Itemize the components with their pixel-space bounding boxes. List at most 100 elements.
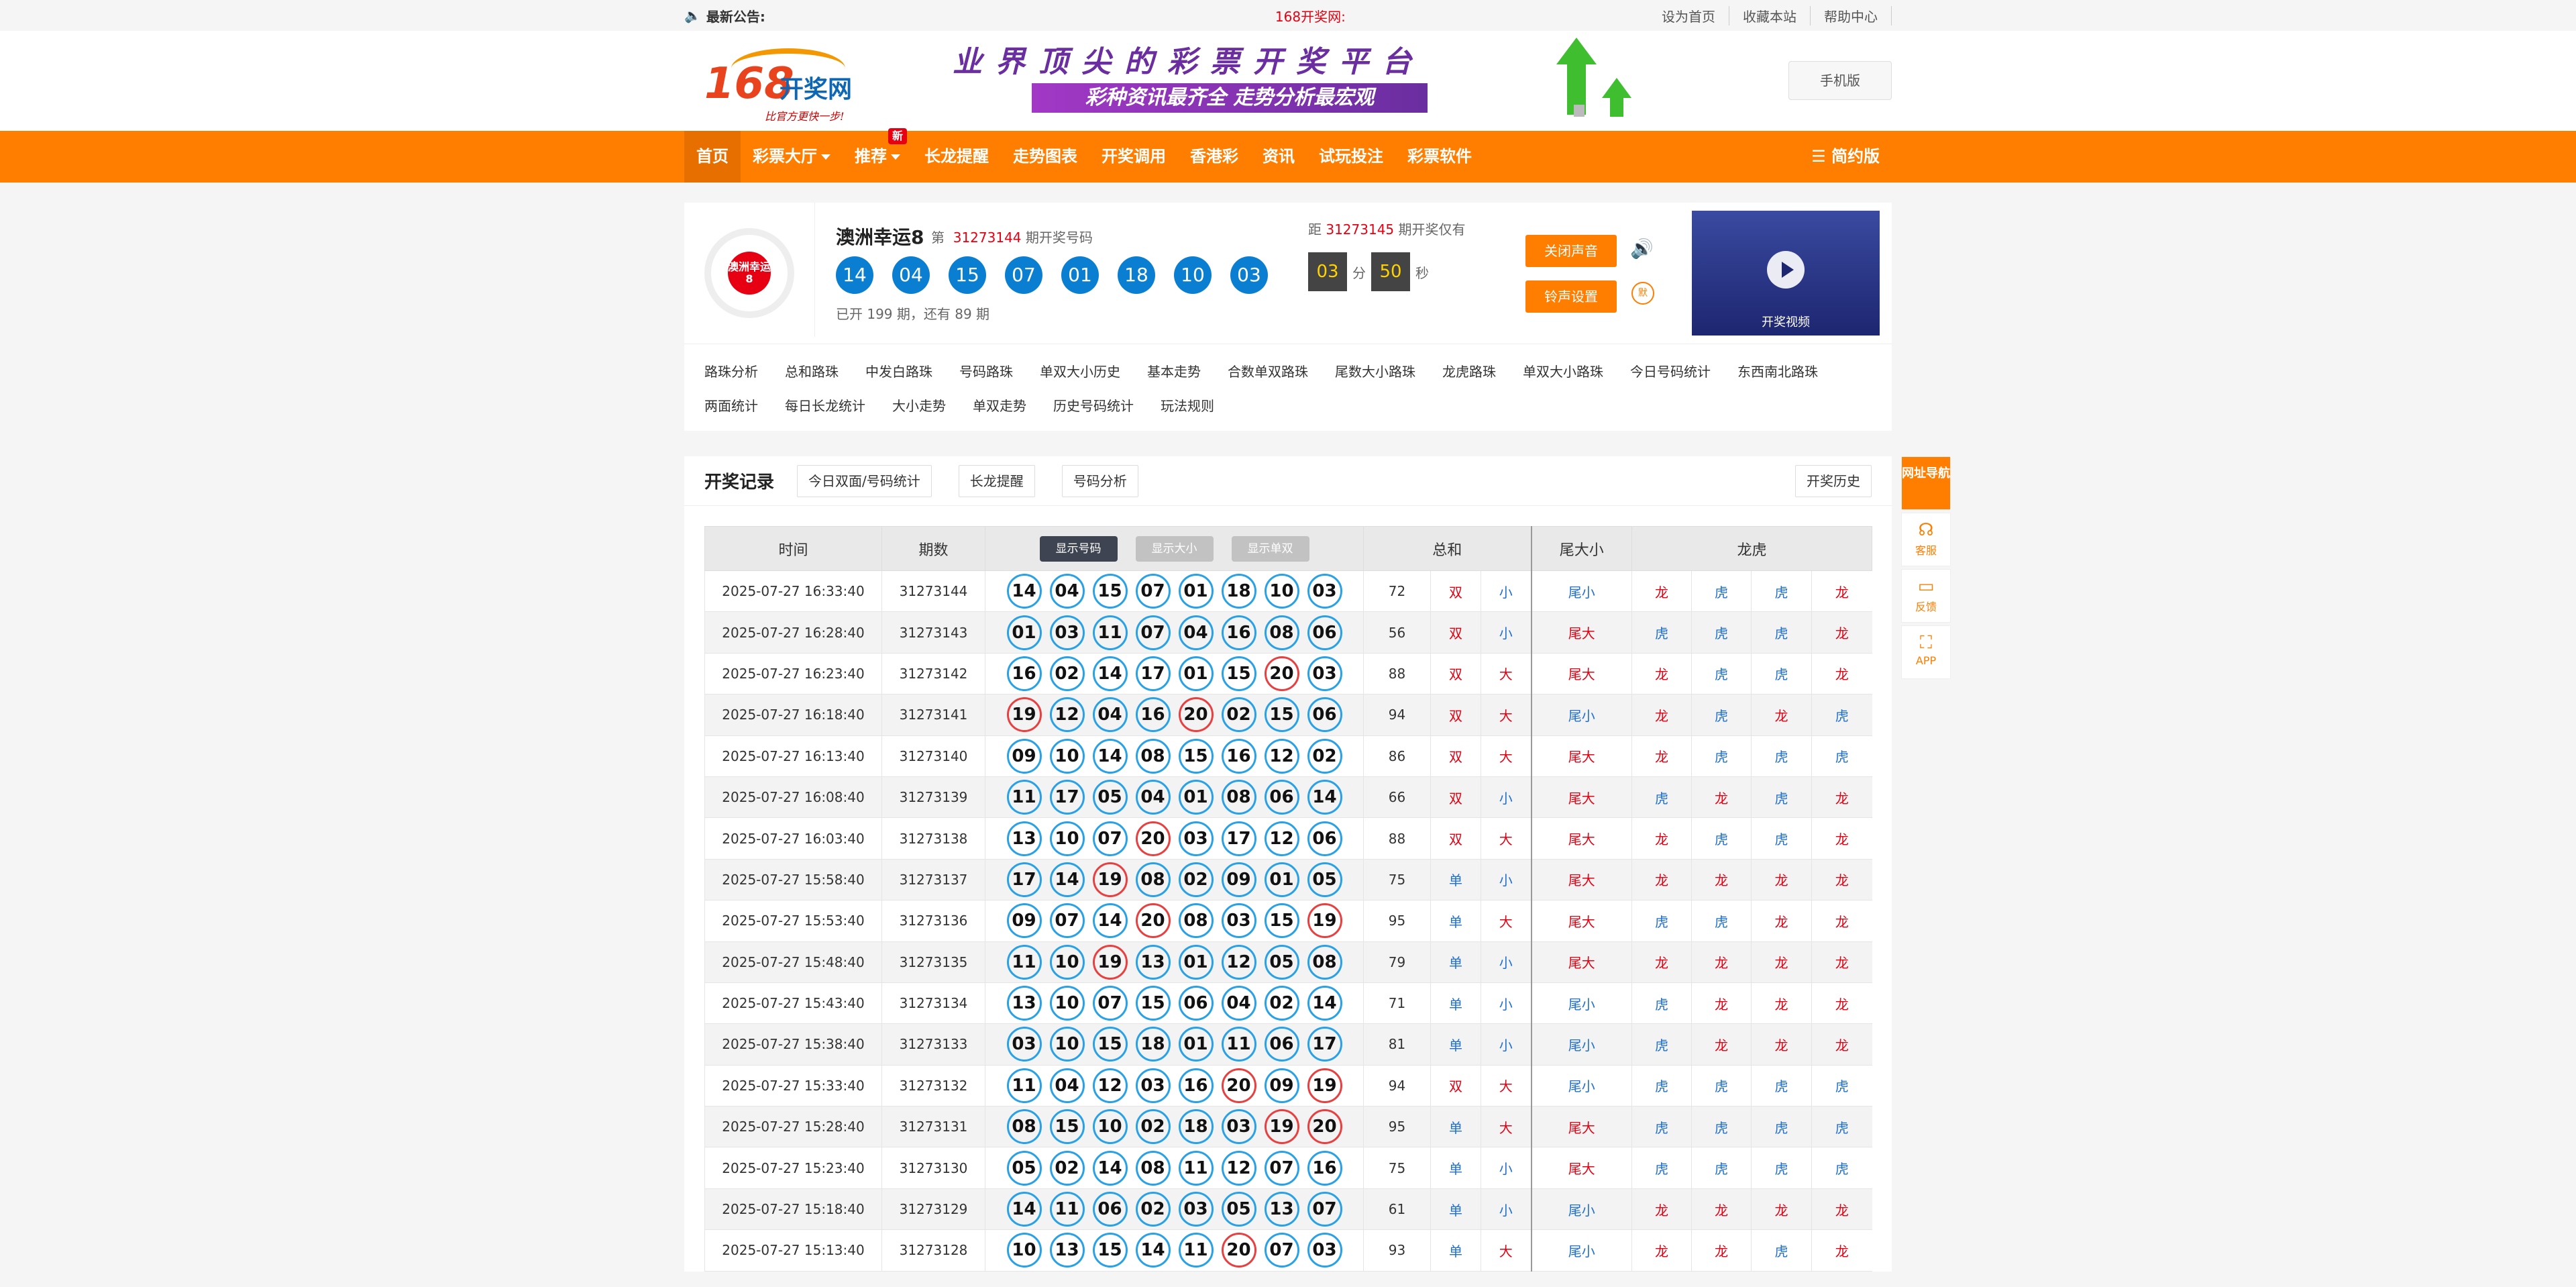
analysis-link[interactable]: 每日长龙统计 xyxy=(785,395,865,415)
row-issue: 31273139 xyxy=(881,776,985,819)
nav-hk-lottery[interactable]: 香港彩 xyxy=(1178,131,1250,183)
analysis-link[interactable]: 中发白路珠 xyxy=(865,361,932,380)
row-odd-even: 双 xyxy=(1430,776,1481,819)
number-ball: 19 xyxy=(1092,944,1128,980)
play-icon[interactable] xyxy=(1767,251,1805,289)
number-ball: 03 xyxy=(1178,1192,1214,1227)
row-time: 2025-07-27 15:58:40 xyxy=(704,859,882,901)
number-ball: 15 xyxy=(1092,1233,1128,1268)
row-time: 2025-07-27 15:28:40 xyxy=(704,1106,882,1148)
analysis-link[interactable]: 单双大小路珠 xyxy=(1523,361,1603,380)
table-row: 2025-07-27 16:33:40 31273144 14 04 15 07 01 18 1… xyxy=(704,570,1872,613)
nav-long-dragon[interactable]: 长龙提醒 xyxy=(912,131,1001,183)
show-numbers-toggle[interactable]: 显示号码 xyxy=(1039,535,1118,562)
nav-lottery-hall[interactable]: 彩票大厅 xyxy=(741,131,843,183)
analysis-link[interactable]: 龙虎路珠 xyxy=(1442,361,1496,380)
nav-trend-charts[interactable]: 走势图表 xyxy=(1001,131,1089,183)
app-button[interactable]: ⛶ APP xyxy=(1901,625,1951,679)
site-name-link[interactable]: 168开奖网: xyxy=(1275,6,1346,25)
number-ball: 10 xyxy=(1092,1109,1128,1145)
row-time: 2025-07-27 15:53:40 xyxy=(704,900,882,942)
nav-news[interactable]: 资讯 xyxy=(1250,131,1307,183)
number-ball: 11 xyxy=(1178,1233,1214,1268)
nav-recommend[interactable]: 推荐新 xyxy=(843,128,912,183)
analysis-link[interactable]: 号码路珠 xyxy=(959,361,1013,380)
analysis-link[interactable]: 合数单双路珠 xyxy=(1228,361,1308,380)
help-center-link[interactable]: 帮助中心 xyxy=(1811,5,1892,25)
row-time: 2025-07-27 16:33:40 xyxy=(704,570,882,613)
number-ball: 14 xyxy=(1307,780,1342,815)
number-ball: 06 xyxy=(1178,986,1214,1021)
nav-draw-api-label: 开奖调用 xyxy=(1102,147,1166,166)
analysis-link[interactable]: 路珠分析 xyxy=(704,361,758,380)
table-row: 2025-07-27 15:28:40 31273131 08 15 10 02 18 03 1… xyxy=(704,1106,1872,1148)
number-ball: 20 xyxy=(1221,1068,1256,1103)
number-ball: 14 xyxy=(1135,1233,1171,1268)
number-ball: 14 xyxy=(1092,738,1128,774)
bookmark-link[interactable]: 收藏本站 xyxy=(1729,5,1811,25)
show-odd-even-toggle[interactable]: 显示单双 xyxy=(1231,535,1309,562)
analysis-link[interactable]: 总和路珠 xyxy=(785,361,839,380)
analysis-link[interactable]: 单双大小历史 xyxy=(1040,361,1120,380)
number-ball: 12 xyxy=(1049,697,1085,733)
nav-trial-bet[interactable]: 试玩投注 xyxy=(1307,131,1395,183)
row-big-small: 大 xyxy=(1481,1106,1532,1148)
number-analysis-tab[interactable]: 号码分析 xyxy=(1061,464,1138,497)
draw-history-button[interactable]: 开奖历史 xyxy=(1795,464,1872,497)
number-ball: 06 xyxy=(1307,697,1342,733)
speaker-icon[interactable]: 🔊 xyxy=(1630,238,1654,260)
nav-simple-version-label: 简约版 xyxy=(1831,147,1880,166)
number-ball: 20 xyxy=(1264,656,1299,691)
daily-stats-tab[interactable]: 今日双面/号码统计 xyxy=(797,464,932,497)
analysis-link[interactable]: 玩法规则 xyxy=(1161,395,1214,415)
nav-draw-api[interactable]: 开奖调用 xyxy=(1089,131,1178,183)
number-ball: 07 xyxy=(1135,574,1171,609)
row-numbers: 16 02 14 17 01 15 20 03 xyxy=(985,653,1364,695)
number-ball: 11 xyxy=(1006,944,1042,980)
feedback-button[interactable]: ▭ 反馈 xyxy=(1901,569,1951,623)
row-sum: 56 xyxy=(1363,611,1431,654)
long-dragon-tab[interactable]: 长龙提醒 xyxy=(958,464,1035,497)
analysis-link[interactable]: 大小走势 xyxy=(892,395,946,415)
number-ball: 16 xyxy=(1006,656,1042,691)
number-ball: 10 xyxy=(1049,944,1085,980)
customer-service-button[interactable]: ☊ 客服 xyxy=(1901,513,1951,566)
customer-service-label: 客服 xyxy=(1915,544,1937,557)
mute-icon[interactable]: 默 xyxy=(1631,282,1654,305)
analysis-link[interactable]: 基本走势 xyxy=(1147,361,1201,380)
set-homepage-link[interactable]: 设为首页 xyxy=(1648,5,1729,25)
draw-video[interactable]: 开奖视频 xyxy=(1692,211,1880,336)
table-row: 2025-07-27 15:38:40 31273133 03 10 15 18 01 11 0… xyxy=(704,1023,1872,1066)
analysis-link[interactable]: 今日号码统计 xyxy=(1630,361,1711,380)
site-nav-button[interactable]: 网址导航 xyxy=(1901,456,1951,510)
analysis-link[interactable]: 东西南北路珠 xyxy=(1737,361,1818,380)
nav-home-label: 首页 xyxy=(696,147,729,166)
analysis-link[interactable]: 历史号码统计 xyxy=(1053,395,1134,415)
table-row: 2025-07-27 15:53:40 31273136 09 07 14 20 08 03 1… xyxy=(704,900,1872,942)
analysis-link[interactable]: 单双走势 xyxy=(973,395,1026,415)
draw-count: 已开 199 期，还有 89 期 xyxy=(836,306,990,322)
row-tail: 尾小 xyxy=(1530,694,1632,736)
number-ball: 08 xyxy=(1264,615,1299,650)
analysis-link[interactable]: 两面统计 xyxy=(704,395,758,415)
number-ball: 03 xyxy=(1178,821,1214,856)
close-sound-button[interactable]: 关闭声音 xyxy=(1525,235,1617,267)
row-numbers: 11 17 05 04 01 08 06 14 xyxy=(985,776,1364,819)
ringtone-settings-button[interactable]: 铃声设置 xyxy=(1525,280,1617,313)
row-time: 2025-07-27 16:23:40 xyxy=(704,653,882,695)
nav-home[interactable]: 首页 xyxy=(684,131,741,183)
site-logo[interactable]: 168 开奖网 比官方更快一步! xyxy=(704,39,865,123)
number-ball: 02 xyxy=(1221,697,1256,733)
show-big-small-toggle[interactable]: 显示大小 xyxy=(1135,535,1214,562)
analysis-link[interactable]: 尾数大小路珠 xyxy=(1335,361,1415,380)
nav-software[interactable]: 彩票软件 xyxy=(1395,131,1484,183)
number-ball: 07 xyxy=(1307,1192,1342,1227)
mobile-version-button[interactable]: 手机版 xyxy=(1788,61,1892,100)
countdown-seconds: 50 xyxy=(1371,252,1410,291)
row-tail: 尾大 xyxy=(1530,735,1632,777)
row-odd-even: 单 xyxy=(1430,982,1481,1025)
nav-simple-version[interactable]: ☰ 简约版 xyxy=(1799,131,1892,183)
row-sum: 79 xyxy=(1363,941,1431,983)
number-ball: 08 xyxy=(1135,1150,1171,1186)
number-ball: 14 xyxy=(1049,862,1085,897)
